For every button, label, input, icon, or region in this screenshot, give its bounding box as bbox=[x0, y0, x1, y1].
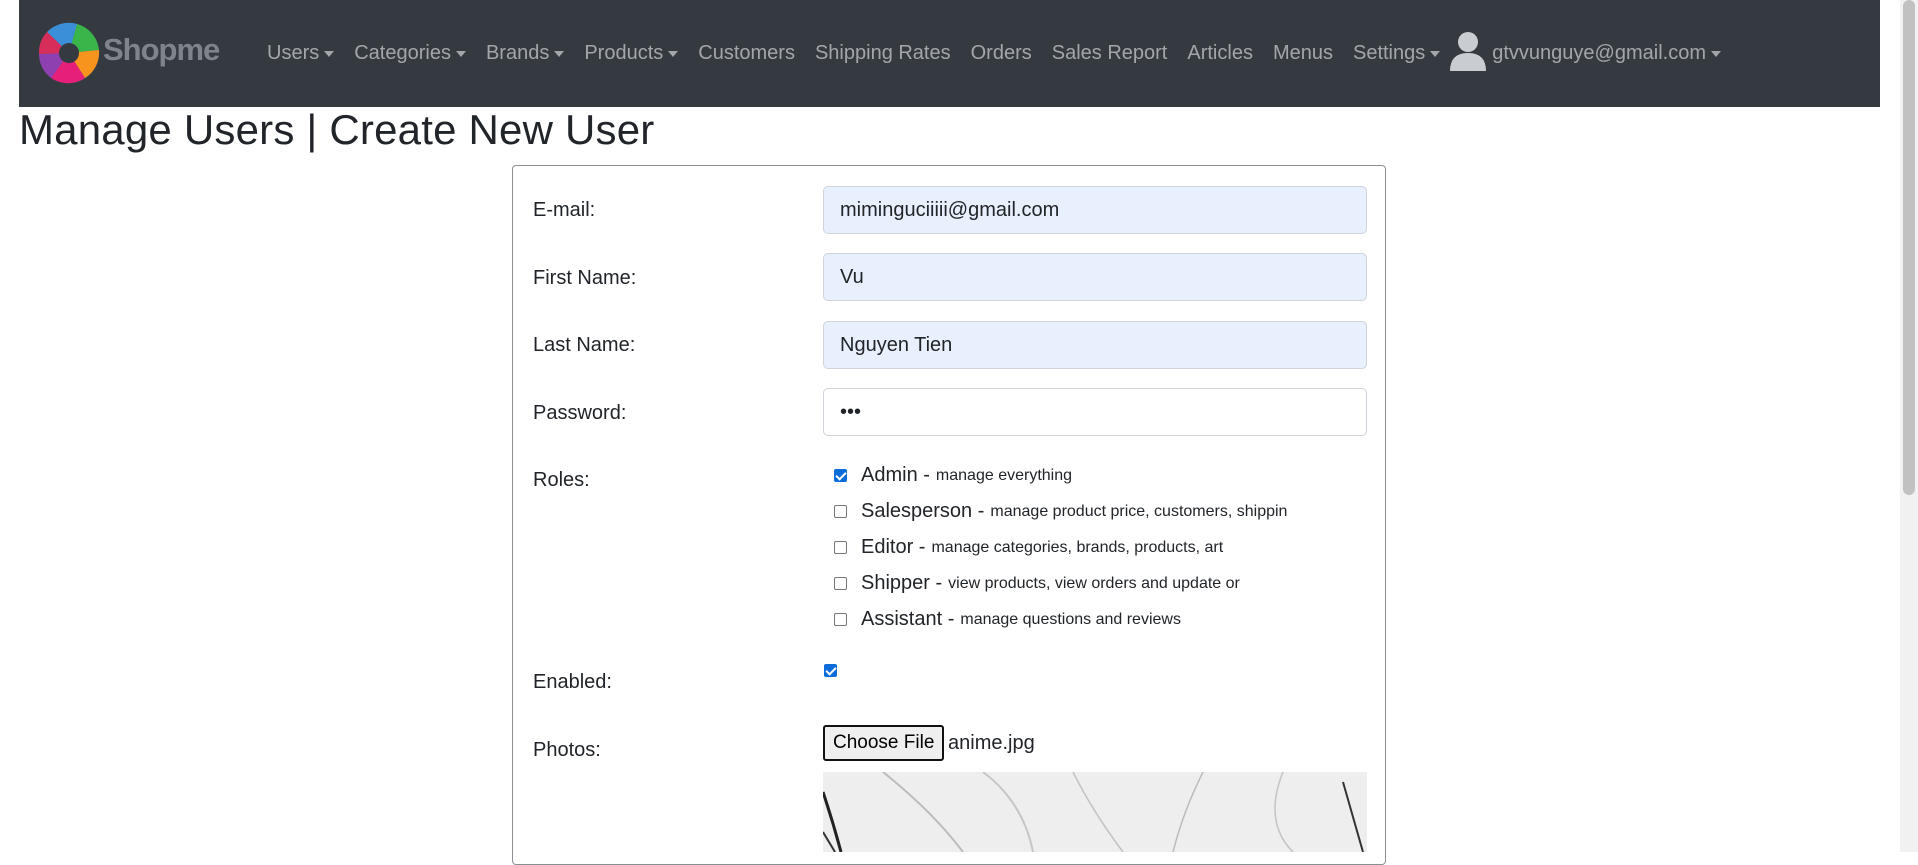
selected-file-name: anime.jpg bbox=[948, 732, 1035, 754]
role-name: Admin bbox=[861, 464, 918, 486]
role-description: manage categories, brands, products, art bbox=[931, 538, 1224, 556]
nav-brands-label: Brands bbox=[485, 42, 550, 64]
nav-settings-label: Settings bbox=[1352, 42, 1426, 64]
role-shipper-checkbox[interactable] bbox=[834, 577, 847, 590]
first-name-field[interactable]: Vu bbox=[823, 253, 1367, 301]
nav-customers-label: Customers bbox=[698, 42, 795, 64]
role-name: Shipper bbox=[861, 572, 930, 594]
email-field[interactable]: miminguciiiii@gmail.com bbox=[823, 186, 1367, 234]
nav-sales-report[interactable]: Sales Report bbox=[1042, 42, 1178, 65]
chevron-down-icon bbox=[455, 50, 466, 57]
nav-products-label: Products bbox=[584, 42, 664, 64]
role-name: Editor bbox=[861, 536, 914, 558]
role-description: manage product price, customers, shippin bbox=[990, 502, 1288, 520]
email-label: E-mail: bbox=[533, 199, 596, 221]
top-navbar: Shopme Users Categories Brands Products … bbox=[19, 0, 1880, 107]
photos-label: Photos: bbox=[533, 739, 601, 761]
enabled-checkbox[interactable] bbox=[824, 664, 837, 677]
password-value: ••• bbox=[840, 400, 862, 423]
nav-brands[interactable]: Brands bbox=[476, 42, 574, 65]
nav-sales-report-label: Sales Report bbox=[1051, 42, 1168, 64]
role-admin-checkbox[interactable] bbox=[834, 469, 847, 482]
choose-file-button[interactable]: Choose File bbox=[823, 725, 945, 761]
chevron-down-icon bbox=[1710, 50, 1721, 57]
chevron-down-icon bbox=[1430, 50, 1441, 57]
first-name-label: First Name: bbox=[533, 267, 637, 289]
chevron-down-icon bbox=[324, 50, 335, 57]
role-salesperson: Salesperson - manage product price, cust… bbox=[834, 500, 1287, 523]
role-assistant: Assistant - manage questions and reviews bbox=[834, 608, 1181, 631]
role-editor-checkbox[interactable] bbox=[834, 541, 847, 554]
nav-customers[interactable]: Customers bbox=[688, 42, 805, 65]
nav-menus-label: Menus bbox=[1272, 42, 1333, 64]
user-email-label: gtvvunguye@gmail.com bbox=[1492, 42, 1706, 64]
role-name: Salesperson bbox=[861, 500, 973, 522]
role-salesperson-checkbox[interactable] bbox=[834, 505, 847, 518]
page-scrollbar[interactable] bbox=[1900, 0, 1918, 852]
enabled-row bbox=[824, 664, 851, 677]
enabled-label: Enabled: bbox=[533, 671, 612, 693]
nav-products[interactable]: Products bbox=[574, 42, 688, 65]
last-name-field[interactable]: Nguyen Tien bbox=[823, 321, 1367, 369]
brand-name: Shopme bbox=[103, 32, 220, 67]
nav-settings[interactable]: Settings bbox=[1343, 42, 1450, 65]
nav-articles-label: Articles bbox=[1187, 42, 1253, 64]
first-name-value: Vu bbox=[840, 265, 864, 288]
role-shipper: Shipper - view products, view orders and… bbox=[834, 572, 1240, 595]
role-editor: Editor - manage categories, brands, prod… bbox=[834, 536, 1223, 559]
brand-logo[interactable]: Shopme bbox=[37, 20, 227, 88]
page-title: Manage Users | Create New User bbox=[19, 106, 655, 153]
user-avatar-icon bbox=[1450, 31, 1487, 77]
nav-articles[interactable]: Articles bbox=[1177, 42, 1263, 65]
role-description: manage everything bbox=[935, 466, 1073, 484]
role-name: Assistant bbox=[861, 608, 943, 630]
nav-orders-label: Orders bbox=[970, 42, 1032, 64]
role-description: view products, view orders and update or bbox=[948, 574, 1240, 592]
nav-users[interactable]: Users bbox=[257, 42, 344, 65]
nav-orders[interactable]: Orders bbox=[961, 42, 1042, 65]
photo-preview bbox=[823, 772, 1367, 852]
last-name-label: Last Name: bbox=[533, 334, 636, 356]
chevron-down-icon bbox=[668, 50, 679, 57]
roles-label: Roles: bbox=[533, 469, 590, 491]
nav-shipping-rates[interactable]: Shipping Rates bbox=[805, 42, 961, 65]
nav-menus[interactable]: Menus bbox=[1263, 42, 1343, 65]
main-nav: Users Categories Brands Products Custome… bbox=[257, 0, 1731, 107]
password-field[interactable]: ••• bbox=[823, 388, 1367, 436]
nav-categories[interactable]: Categories bbox=[344, 42, 476, 65]
last-name-value: Nguyen Tien bbox=[840, 333, 953, 356]
scrollbar-thumb[interactable] bbox=[1903, 0, 1915, 495]
chevron-down-icon bbox=[554, 50, 565, 57]
nav-shipping-rates-label: Shipping Rates bbox=[814, 42, 951, 64]
role-assistant-checkbox[interactable] bbox=[834, 613, 847, 626]
role-description: manage questions and reviews bbox=[960, 610, 1181, 628]
password-label: Password: bbox=[533, 402, 627, 424]
email-value: miminguciiiii@gmail.com bbox=[840, 198, 1060, 221]
nav-users-label: Users bbox=[267, 42, 320, 64]
nav-categories-label: Categories bbox=[354, 42, 451, 64]
role-admin: Admin - manage everything bbox=[834, 464, 1072, 487]
nav-user-account[interactable]: gtvvunguye@gmail.com bbox=[1450, 31, 1731, 77]
shopme-logo-icon bbox=[38, 22, 100, 84]
